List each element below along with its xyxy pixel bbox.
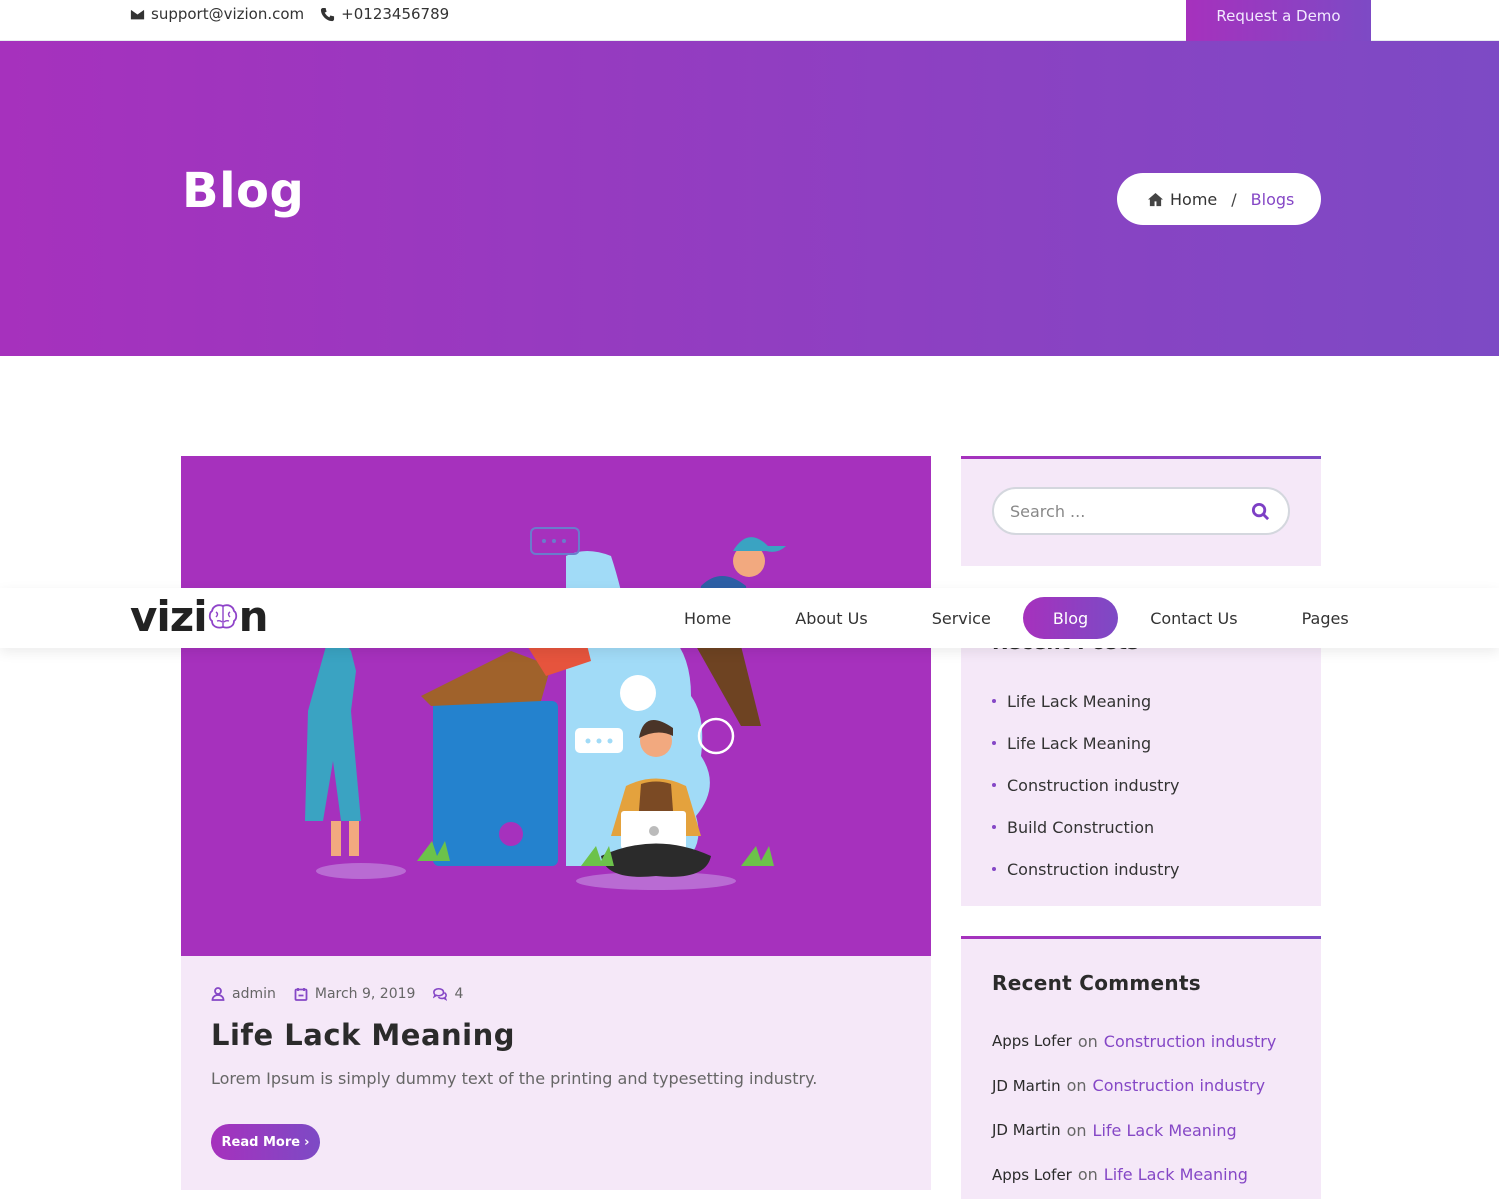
author-name: admin: [232, 986, 276, 1002]
comment-item: Apps Lofer on Life Lack Meaning: [992, 1153, 1276, 1198]
read-more-label: Read More: [221, 1134, 301, 1150]
comment-post-link[interactable]: Life Lack Meaning: [1104, 1165, 1248, 1184]
recent-posts-list: Life Lack Meaning Life Lack Meaning Cons…: [992, 680, 1180, 890]
comments-icon: [433, 987, 448, 1001]
main-navigation: Home About Us Service Blog Contact Us Pa…: [652, 597, 1381, 639]
search-widget: [961, 456, 1321, 566]
post-author[interactable]: admin: [211, 986, 276, 1002]
recent-comments-list: Apps Lofer on Construction industry JD M…: [992, 1019, 1276, 1197]
vizion-logo[interactable]: vizi n: [130, 592, 269, 641]
search-box: [992, 487, 1290, 535]
post-comments-count[interactable]: 4: [433, 986, 463, 1002]
breadcrumb-current: Blogs: [1250, 189, 1295, 209]
user-icon: [211, 987, 225, 1001]
post-title[interactable]: Life Lack Meaning: [211, 1018, 515, 1052]
email-contact[interactable]: support@vizion.com: [130, 5, 304, 23]
comment-on: on: [1077, 1031, 1098, 1051]
nav-item-about-us[interactable]: About Us: [763, 597, 899, 639]
brain-icon: [208, 604, 237, 629]
home-icon: [1148, 192, 1163, 206]
post-featured-image[interactable]: [181, 456, 931, 956]
recent-post-item[interactable]: Life Lack Meaning: [992, 680, 1180, 722]
blog-post-card: admin March 9, 2019 4 Life Lack Meaning …: [181, 456, 931, 1190]
comment-item: JD Martin on Life Lack Meaning: [992, 1108, 1276, 1153]
comment-item: JD Martin on Construction industry: [992, 1064, 1276, 1109]
logo-text-suffix: n: [238, 592, 269, 641]
recent-post-item[interactable]: Construction industry: [992, 764, 1180, 806]
phone-text: +0123456789: [341, 5, 450, 23]
email-text: support@vizion.com: [151, 5, 305, 23]
recent-post-item[interactable]: Life Lack Meaning: [992, 722, 1180, 764]
main-navbar: vizi n Home About Us Service Blog Contac…: [0, 588, 1499, 648]
envelope-icon: [130, 9, 145, 19]
comment-on: on: [1066, 1076, 1087, 1096]
recent-comments-widget: Recent Comments Apps Lofer on Constructi…: [961, 936, 1321, 1199]
phone-icon: [321, 7, 335, 21]
breadcrumb-separator: /: [1231, 189, 1237, 209]
top-bar: support@vizion.com +0123456789 Request a…: [0, 0, 1499, 41]
comment-author: JD Martin: [992, 1076, 1061, 1095]
comment-on: on: [1077, 1165, 1098, 1185]
recent-comments-title: Recent Comments: [992, 971, 1202, 995]
comment-post-link[interactable]: Construction industry: [1093, 1076, 1266, 1095]
logo-text-prefix: vizi: [130, 592, 208, 641]
search-icon[interactable]: [1251, 502, 1270, 521]
recent-post-item[interactable]: Build Construction: [992, 806, 1180, 848]
nav-item-contact-us[interactable]: Contact Us: [1118, 597, 1269, 639]
comment-author: Apps Lofer: [992, 1032, 1072, 1051]
chevron-right-icon: ›: [304, 1134, 310, 1150]
search-input[interactable]: [1010, 501, 1240, 521]
people-illustration: [305, 527, 786, 890]
phone-contact[interactable]: +0123456789: [320, 5, 449, 23]
comments-count: 4: [454, 986, 464, 1002]
page-title: Blog: [182, 163, 305, 219]
post-meta: admin March 9, 2019 4: [211, 986, 463, 1002]
breadcrumb-home[interactable]: Home: [1170, 190, 1217, 209]
read-more-button[interactable]: Read More ›: [211, 1124, 320, 1160]
comment-author: Apps Lofer: [992, 1165, 1072, 1184]
request-demo-button[interactable]: Request a Demo: [1186, 0, 1371, 41]
breadcrumb: Home / Blogs: [1117, 173, 1321, 225]
comment-author: JD Martin: [992, 1121, 1061, 1140]
nav-item-home[interactable]: Home: [652, 597, 763, 639]
contact-info: support@vizion.com +0123456789: [130, 5, 449, 23]
post-date[interactable]: March 9, 2019: [294, 986, 416, 1002]
comment-item: Apps Lofer on Construction industry: [992, 1019, 1276, 1064]
date-text: March 9, 2019: [314, 986, 416, 1002]
comment-post-link[interactable]: Construction industry: [1104, 1032, 1277, 1051]
recent-post-item[interactable]: Construction industry: [992, 848, 1180, 890]
page-header-banner: Blog Home / Blogs: [0, 41, 1499, 356]
calendar-icon: [294, 988, 308, 1001]
nav-item-service[interactable]: Service: [900, 597, 1023, 639]
nav-item-blog[interactable]: Blog: [1022, 597, 1119, 639]
comment-post-link[interactable]: Life Lack Meaning: [1093, 1121, 1237, 1140]
comment-on: on: [1066, 1120, 1087, 1140]
nav-item-pages[interactable]: Pages: [1270, 597, 1381, 639]
post-excerpt: Lorem Ipsum is simply dummy text of the …: [211, 1069, 818, 1088]
